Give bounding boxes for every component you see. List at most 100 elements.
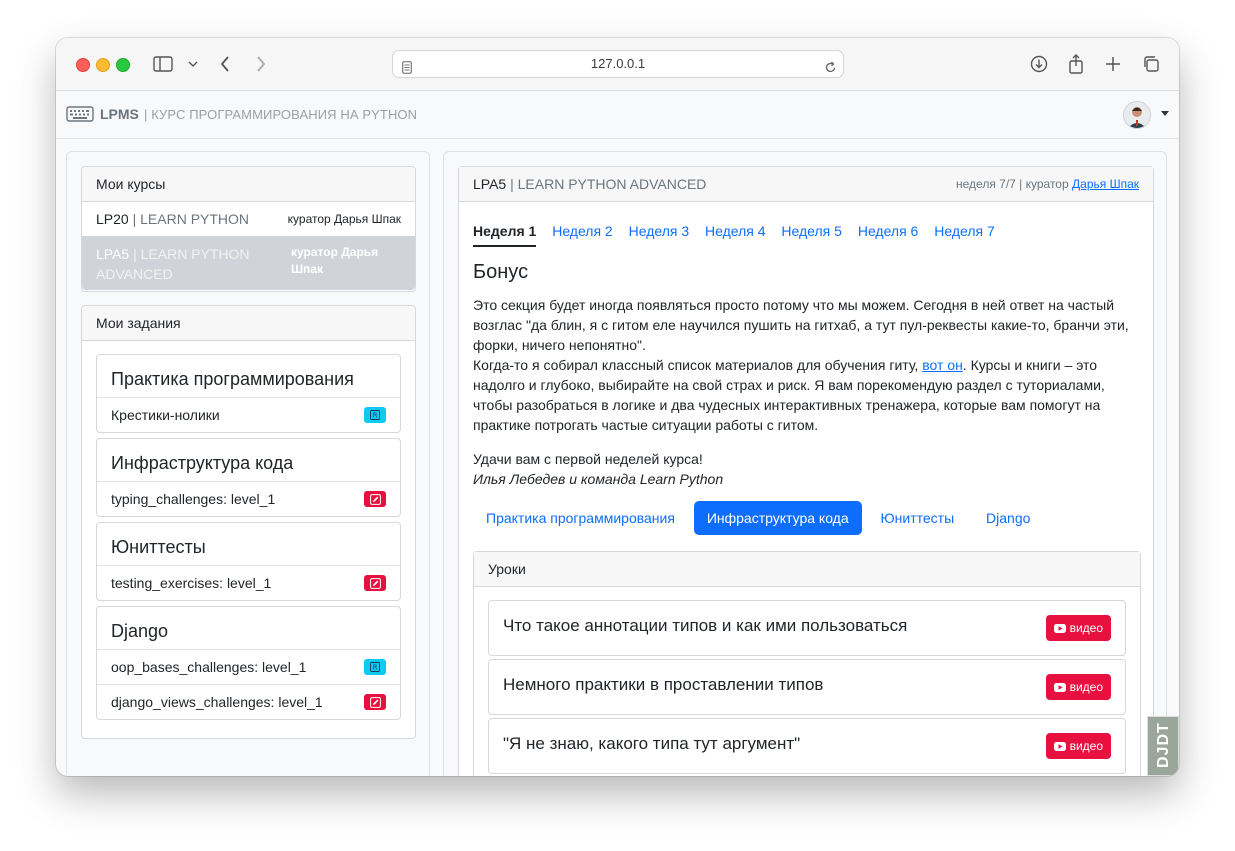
tab-django[interactable]: Django bbox=[973, 501, 1043, 535]
lessons-header: Уроки bbox=[474, 552, 1140, 587]
task-item[interactable]: django_views_challenges: level_1 bbox=[97, 685, 400, 719]
task-label: typing_challenges: level_1 bbox=[111, 491, 276, 507]
review-badge-icon[interactable]: R bbox=[364, 659, 386, 675]
course-week-info: неделя 7/7 | куратор bbox=[956, 177, 1069, 191]
tab-week-1[interactable]: Неделя 1 bbox=[473, 223, 537, 247]
brand-subtitle: | КУРС ПРОГРАММИРОВАНИЯ НА PYTHON bbox=[144, 107, 418, 122]
course-code: LPA5 bbox=[473, 176, 507, 192]
edit-badge-icon[interactable] bbox=[364, 694, 386, 710]
my-tasks-header: Мои задания bbox=[82, 306, 415, 341]
back-icon[interactable] bbox=[214, 53, 236, 75]
youtube-icon bbox=[1053, 741, 1066, 751]
minimize-window-button[interactable] bbox=[96, 58, 110, 72]
task-label: testing_exercises: level_1 bbox=[111, 575, 272, 591]
course-curator: куратор Дарья Шпак bbox=[291, 245, 379, 276]
edit-badge-icon[interactable] bbox=[364, 491, 386, 507]
review-badge-icon[interactable]: R bbox=[364, 407, 386, 423]
video-button-label: видео bbox=[1069, 739, 1103, 753]
course-name: | LEARN PYTHON ADVANCED bbox=[510, 176, 707, 192]
task-group-title: Практика программирования bbox=[97, 355, 400, 398]
task-group: Инфраструктура кода typing_challenges: l… bbox=[96, 438, 401, 517]
section-title: Бонус bbox=[473, 261, 529, 283]
course-code: LPA5 bbox=[96, 246, 130, 262]
task-group-title: Инфраструктура кода bbox=[97, 439, 400, 482]
course-card: LPA5 | LEARN PYTHON ADVANCED неделя 7/7 … bbox=[458, 166, 1154, 776]
app-navbar: LPMS | КУРС ПРОГРАММИРОВАНИЯ НА PYTHON bbox=[56, 91, 1179, 139]
lesson-item[interactable]: Немного практики в проставлении типов ви… bbox=[488, 659, 1126, 715]
debug-toolbar-handle[interactable]: DJDT bbox=[1147, 716, 1179, 776]
avatar[interactable] bbox=[1123, 101, 1151, 129]
left-sidebar: Мои курсы LP20 | LEARN PYTHON куратор Да… bbox=[66, 151, 430, 776]
tab-week-4[interactable]: Неделя 4 bbox=[705, 223, 766, 245]
lesson-title: "Я не знаю, какого типа тут аргумент" bbox=[503, 734, 801, 753]
my-courses-header: Мои курсы bbox=[82, 167, 415, 202]
video-button[interactable]: видео bbox=[1045, 615, 1111, 641]
lesson-item[interactable]: Что такое аннотации типов и как ими поль… bbox=[488, 600, 1126, 656]
tab-week-5[interactable]: Неделя 5 bbox=[781, 223, 842, 245]
forward-icon[interactable] bbox=[250, 53, 272, 75]
new-tab-icon[interactable] bbox=[1102, 53, 1124, 75]
task-group-title: Юниттесты bbox=[97, 523, 400, 566]
youtube-icon bbox=[1053, 623, 1066, 633]
browser-window: 127.0.0.1 LPMS | КУРС ПРОГРАММИРОВАНИЯ Н… bbox=[56, 38, 1179, 776]
tab-week-3[interactable]: Неделя 3 bbox=[629, 223, 690, 245]
address-bar[interactable]: 127.0.0.1 bbox=[392, 50, 844, 78]
task-label: oop_bases_challenges: level_1 bbox=[111, 659, 307, 675]
download-icon[interactable] bbox=[1028, 53, 1050, 75]
video-button[interactable]: видео bbox=[1045, 674, 1111, 700]
zoom-window-button[interactable] bbox=[116, 58, 130, 72]
youtube-icon bbox=[1053, 682, 1066, 692]
task-item[interactable]: oop_bases_challenges: level_1 R bbox=[97, 650, 400, 685]
bonus-paragraph-3: Удачи вам с первой неделей курса! bbox=[473, 451, 703, 467]
svg-text:R: R bbox=[373, 412, 378, 420]
tab-overview-icon[interactable] bbox=[1140, 53, 1162, 75]
tab-week-2[interactable]: Неделя 2 bbox=[552, 223, 613, 245]
url-text: 127.0.0.1 bbox=[590, 56, 646, 71]
keyboard-icon bbox=[66, 106, 94, 127]
tab-week-6[interactable]: Неделя 6 bbox=[858, 223, 919, 245]
course-header: LPA5 | LEARN PYTHON ADVANCED неделя 7/7 … bbox=[459, 167, 1153, 202]
task-item[interactable]: typing_challenges: level_1 bbox=[97, 482, 400, 516]
my-courses-card: Мои курсы LP20 | LEARN PYTHON куратор Да… bbox=[81, 166, 416, 292]
user-menu-caret-icon[interactable] bbox=[1161, 111, 1169, 116]
course-curator: куратор Дарья Шпак bbox=[287, 212, 401, 226]
lesson-item[interactable]: "Я не знаю, какого типа тут аргумент" ви… bbox=[488, 718, 1126, 774]
task-group: Django oop_bases_challenges: level_1 R d… bbox=[96, 606, 401, 720]
curator-link[interactable]: Дарья Шпак bbox=[1072, 177, 1139, 191]
tab-week-7[interactable]: Неделя 7 bbox=[934, 223, 995, 245]
tab-unittests[interactable]: Юниттесты bbox=[868, 501, 968, 535]
task-group-title: Django bbox=[97, 607, 400, 650]
lesson-title: Немного практики в проставлении типов bbox=[503, 675, 824, 694]
video-button[interactable]: видео bbox=[1045, 733, 1111, 759]
task-label: Крестики-нолики bbox=[111, 407, 220, 423]
tab-infrastructure[interactable]: Инфраструктура кода bbox=[693, 501, 862, 535]
chevron-down-icon[interactable] bbox=[182, 53, 204, 75]
lesson-title: Что такое аннотации типов и как ими поль… bbox=[503, 616, 908, 635]
task-item[interactable]: Крестики-нолики R bbox=[97, 398, 400, 432]
sidebar-toggle-icon[interactable] bbox=[152, 53, 174, 75]
task-group: Юниттесты testing_exercises: level_1 bbox=[96, 522, 401, 601]
main-content: LPA5 | LEARN PYTHON ADVANCED неделя 7/7 … bbox=[443, 151, 1167, 776]
brand-logo-text[interactable]: LPMS bbox=[100, 106, 139, 122]
signature: Илья Лебедев и команда Learn Python bbox=[473, 471, 724, 487]
week-tabs: Неделя 1 Неделя 2 Неделя 3 Неделя 4 Неде… bbox=[473, 223, 1007, 247]
course-item-lp20[interactable]: LP20 | LEARN PYTHON куратор Дарья Шпак bbox=[82, 202, 415, 236]
video-button-label: видео bbox=[1069, 680, 1103, 694]
edit-badge-icon[interactable] bbox=[364, 575, 386, 591]
tab-practice[interactable]: Практика программирования bbox=[473, 501, 688, 535]
topic-pills: Практика программирования Инфраструктура… bbox=[473, 501, 1045, 535]
reload-icon[interactable] bbox=[824, 57, 837, 83]
task-label: django_views_challenges: level_1 bbox=[111, 694, 323, 710]
video-button-label: видео bbox=[1069, 621, 1103, 635]
close-window-button[interactable] bbox=[76, 58, 90, 72]
my-tasks-card: Мои задания Практика программирования Кр… bbox=[81, 305, 416, 739]
course-meta: неделя 7/7 | куратор Дарья Шпак bbox=[956, 167, 1139, 201]
task-item[interactable]: testing_exercises: level_1 bbox=[97, 566, 400, 600]
share-icon[interactable] bbox=[1065, 53, 1087, 75]
materials-link[interactable]: вот он bbox=[922, 357, 963, 373]
course-item-lpa5[interactable]: LPA5 | LEARN PYTHON ADVANCED куратор Дар… bbox=[82, 236, 415, 290]
debug-toolbar-label: DJDT bbox=[1155, 722, 1172, 768]
svg-text:R: R bbox=[373, 664, 378, 672]
browser-toolbar: 127.0.0.1 bbox=[56, 38, 1179, 91]
course-name: | LEARN PYTHON bbox=[132, 211, 250, 227]
